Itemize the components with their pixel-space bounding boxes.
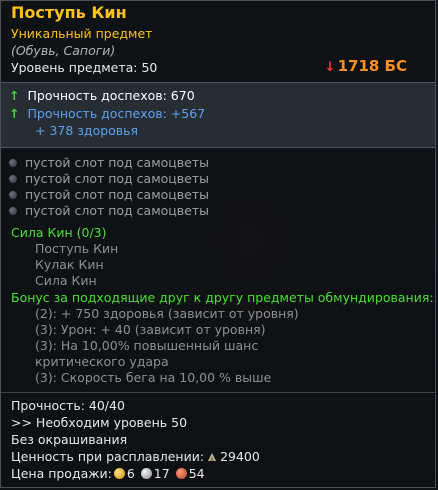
- item-price: ↓ 1718 БС: [325, 57, 407, 75]
- socket-icon: [9, 159, 17, 167]
- durability: Прочность: 40/40: [11, 398, 125, 413]
- set-bonus-line: (2): + 750 здоровья (зависит от уровня): [35, 306, 299, 321]
- stat-armor-bonus: ↑ Прочность доспехов: +567: [9, 106, 205, 121]
- set-bonus-line: (3): Скорость бега на 10,00 % выше: [35, 370, 272, 385]
- socket-icon: [9, 175, 17, 183]
- dye-status: Без окрашивания: [11, 432, 128, 447]
- item-level: Уровень предмета: 50: [11, 60, 158, 75]
- stat-armor-base-text: Прочность доспехов: 670: [27, 88, 195, 103]
- arrow-up-icon: ↑: [9, 106, 20, 121]
- socket-slot: пустой слот под самоцветы: [9, 187, 209, 202]
- sell-copper: 54: [188, 466, 205, 481]
- smelt-label: Ценность при расплавлении:: [11, 449, 205, 464]
- smelt-value: Ценность при расплавлении: 29400: [11, 449, 260, 464]
- sell-silver: 17: [153, 466, 170, 481]
- socket-label: пустой слот под самоцветы: [25, 171, 209, 186]
- socket-label: пустой слот под самоцветы: [25, 187, 209, 202]
- divider: [1, 392, 435, 393]
- gold-coin-icon: [113, 468, 125, 479]
- socket-slot: пустой слот под самоцветы: [9, 155, 209, 170]
- smelt-amount: 29400: [220, 449, 260, 464]
- item-type: (Обувь, Сапоги): [11, 43, 116, 58]
- arrow-up-icon: ↑: [9, 88, 20, 103]
- socket-label: пустой слот под самоцветы: [25, 203, 209, 218]
- socket-slot: пустой слот под самоцветы: [9, 203, 209, 218]
- item-rarity: Уникальный предмет: [11, 26, 153, 41]
- set-title: Сила Кин (0/3): [11, 225, 107, 240]
- set-bonus-line: (3): На 10,00% повышенный шанс: [35, 338, 259, 353]
- set-item: Кулак Кин: [35, 257, 104, 272]
- set-item: Поступь Кин: [35, 241, 119, 256]
- stat-armor-bonus-text: Прочность доспехов: +567: [27, 106, 206, 121]
- silver-coin-icon: [140, 468, 152, 479]
- item-name: Поступь Кин: [11, 3, 127, 22]
- socket-slot: пустой слот под самоцветы: [9, 171, 209, 186]
- required-level: >> Необходим уровень 50: [11, 415, 188, 430]
- socket-label: пустой слот под самоцветы: [25, 155, 209, 170]
- set-bonus-title: Бонус за подходящие друг к другу предмет…: [11, 290, 434, 305]
- price-value: 1718 БС: [337, 57, 407, 75]
- set-bonus-line: критического удара: [35, 354, 169, 369]
- socket-icon: [9, 207, 17, 215]
- stat-health: + 378 здоровья: [35, 123, 139, 138]
- price-down-arrow-icon: ↓: [324, 60, 336, 75]
- item-tooltip: Поступь Кин Уникальный предмет (Обувь, С…: [0, 0, 436, 488]
- stat-armor-base: ↑ Прочность доспехов: 670: [9, 88, 195, 103]
- set-bonus-line: (3): Урон: + 40 (зависит от уровня): [35, 322, 266, 337]
- socket-icon: [9, 191, 17, 199]
- dust-icon: [208, 453, 217, 461]
- set-item: Сила Кин: [35, 273, 97, 288]
- sell-price: Цена продажи: 6 17 54: [11, 466, 205, 481]
- sell-label: Цена продажи:: [11, 466, 112, 481]
- copper-coin-icon: [175, 468, 187, 479]
- sell-gold: 6: [126, 466, 135, 481]
